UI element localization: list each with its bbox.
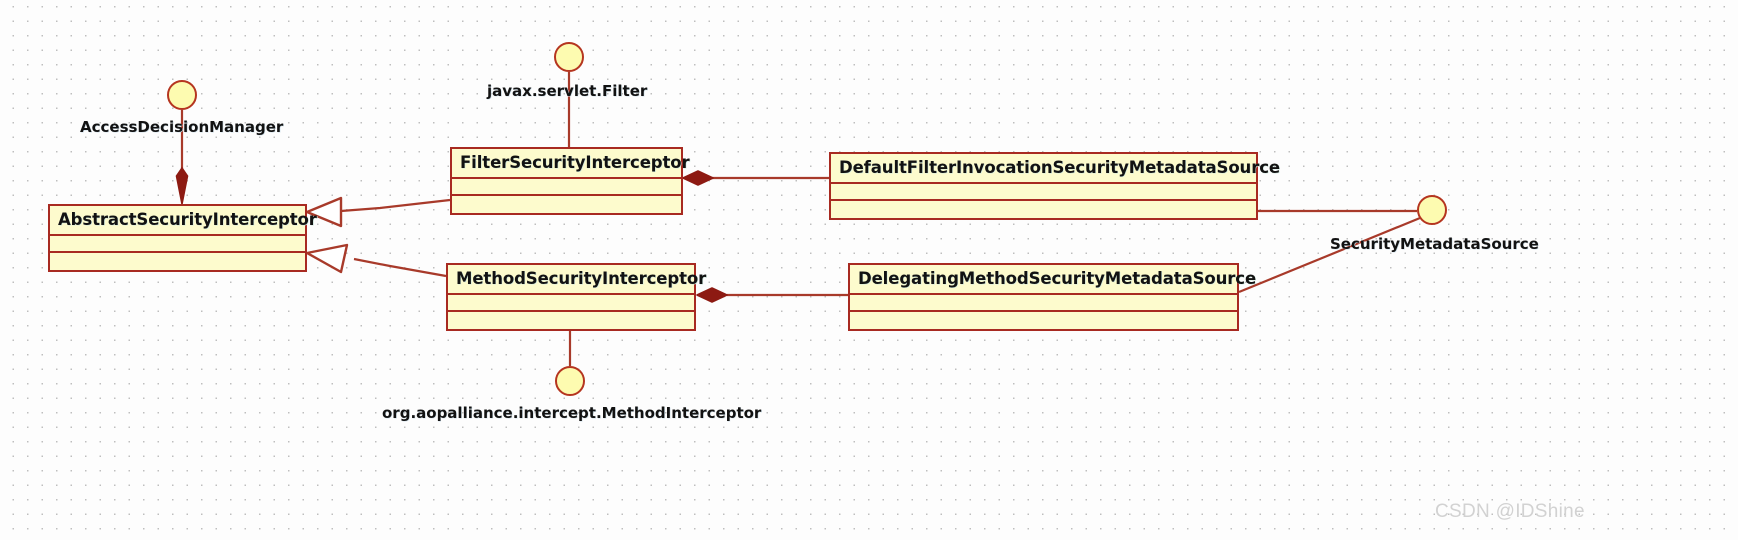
class-name-method-security-interceptor: MethodSecurityInterceptor <box>448 265 706 295</box>
interface-circle-method-interceptor[interactable] <box>555 366 585 396</box>
class-box-abstract-security-interceptor[interactable]: AbstractSecurityInterceptor <box>48 204 317 272</box>
class-name-abstract-security-interceptor: AbstractSecurityInterceptor <box>50 206 317 236</box>
class-name-delegating-method-security-metadata-source: DelegatingMethodSecurityMetadataSource <box>850 265 1256 295</box>
class-attributes-compartment <box>850 295 1237 312</box>
interface-label-method-interceptor: org.aopalliance.intercept.MethodIntercep… <box>382 404 762 422</box>
watermark-text: CSDN @IDShine <box>1435 501 1585 522</box>
interface-label-javax-servlet-filter: javax.servlet.Filter <box>487 82 648 100</box>
uml-diagram-canvas: AbstractSecurityInterceptor FilterSecuri… <box>0 0 1738 540</box>
class-attributes-compartment <box>452 179 681 196</box>
class-operations-compartment <box>448 312 694 329</box>
interface-circle-access-decision-manager[interactable] <box>167 80 197 110</box>
class-operations-compartment <box>50 253 305 270</box>
interface-circle-security-metadata-source[interactable] <box>1417 195 1447 225</box>
class-name-filter-security-interceptor: FilterSecurityInterceptor <box>452 149 690 179</box>
connector-filter-generalization <box>305 196 451 228</box>
class-operations-compartment <box>831 201 1256 218</box>
class-box-filter-security-interceptor[interactable]: FilterSecurityInterceptor <box>450 147 690 215</box>
interface-circle-javax-servlet-filter[interactable] <box>554 42 584 72</box>
class-attributes-compartment <box>50 236 305 253</box>
interface-label-access-decision-manager: AccessDecisionManager <box>80 118 284 136</box>
class-operations-compartment <box>452 196 681 213</box>
class-box-method-security-interceptor[interactable]: MethodSecurityInterceptor <box>446 263 706 331</box>
connector-filter-composition <box>682 170 829 186</box>
connector-delegating-metadata-source-to-interface <box>1238 216 1421 294</box>
class-name-default-filter-invocation-security-metadata-source: DefaultFilterInvocationSecurityMetadataS… <box>831 154 1280 184</box>
connector-method-composition <box>696 287 848 303</box>
interface-label-security-metadata-source: SecurityMetadataSource <box>1330 235 1539 253</box>
class-attributes-compartment <box>448 295 694 312</box>
class-operations-compartment <box>850 312 1237 329</box>
class-box-default-filter-invocation-security-metadata-source[interactable]: DefaultFilterInvocationSecurityMetadataS… <box>829 152 1280 220</box>
class-box-delegating-method-security-metadata-source[interactable]: DelegatingMethodSecurityMetadataSource <box>848 263 1256 331</box>
connector-method-generalization <box>305 243 447 278</box>
class-attributes-compartment <box>831 184 1256 201</box>
